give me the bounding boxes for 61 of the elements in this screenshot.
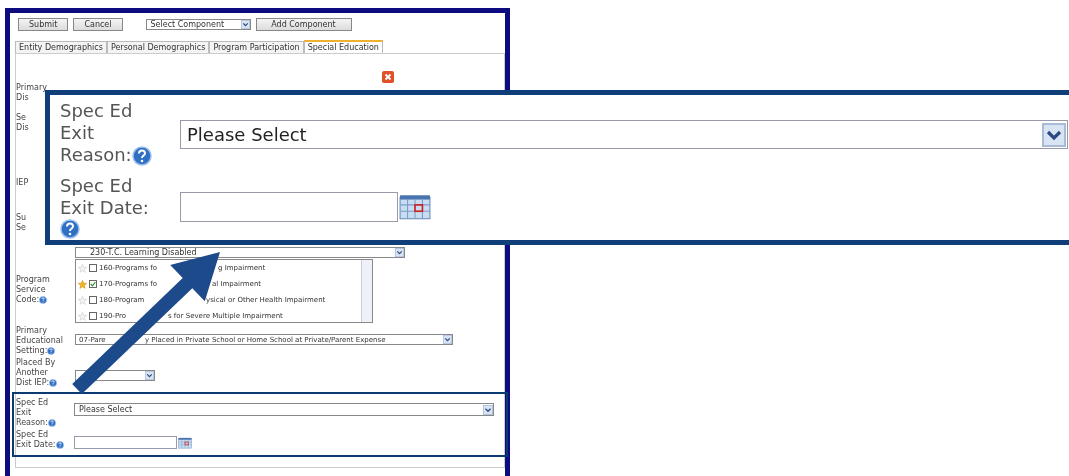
field-label: Su <box>16 213 27 223</box>
field-label: Another <box>16 368 48 378</box>
star-icon[interactable] <box>78 295 87 305</box>
field-label: Educational <box>16 336 63 346</box>
dropdown-caret-icon[interactable] <box>483 404 493 415</box>
help-icon[interactable] <box>39 295 48 304</box>
help-icon[interactable] <box>49 378 58 387</box>
field-label: Dis <box>16 123 29 133</box>
field-label: Se <box>16 223 26 233</box>
field-label: Exit Date: <box>16 440 64 450</box>
field-label: Setting: <box>16 346 56 356</box>
field-label: Code: <box>16 295 48 305</box>
field-label: Spec Ed <box>60 175 133 197</box>
checkbox[interactable] <box>89 280 97 288</box>
field-label: Reason: <box>16 418 56 428</box>
field-label: Reason: <box>60 144 152 166</box>
date-field[interactable] <box>74 436 177 449</box>
tab[interactable]: Special Education <box>303 40 383 54</box>
field-label: Dis <box>16 93 29 103</box>
field-label: Primary <box>16 83 47 93</box>
field-label: Placed By <box>16 358 56 368</box>
field-label: Exit <box>60 122 95 144</box>
field-label: Spec Ed <box>16 430 49 440</box>
date-field[interactable] <box>180 192 398 222</box>
checkbox[interactable] <box>89 312 97 320</box>
dropdown-caret-icon[interactable] <box>395 247 404 257</box>
checkbox[interactable] <box>89 264 97 272</box>
help-icon[interactable] <box>47 418 56 427</box>
field-label: Service <box>16 285 46 295</box>
dropdown-caret-icon[interactable] <box>240 19 250 29</box>
star-icon[interactable] <box>78 279 87 289</box>
select-field[interactable]: Please Select <box>180 120 1068 149</box>
help-icon[interactable] <box>47 346 56 355</box>
help-icon[interactable] <box>55 440 64 449</box>
select-field[interactable]: 230-T.C. Learning Disabled <box>75 246 405 258</box>
toolbar-button[interactable]: Submit <box>18 17 69 31</box>
field-label: IEP <box>16 178 29 188</box>
dropdown-caret-icon[interactable] <box>1042 122 1066 147</box>
scrollbar[interactable] <box>361 260 372 322</box>
star-icon[interactable] <box>78 311 87 321</box>
dropdown-caret-icon[interactable] <box>443 335 452 344</box>
close-icon[interactable] <box>382 71 394 83</box>
add-component-button[interactable]: Add Component <box>255 17 352 31</box>
calendar-icon[interactable] <box>178 436 192 449</box>
calendar-icon[interactable] <box>399 193 431 221</box>
field-label: Se <box>16 113 26 123</box>
help-icon[interactable] <box>131 146 152 166</box>
field-label: Exit <box>16 408 32 418</box>
dropdown-caret-icon[interactable] <box>145 371 154 380</box>
select-field[interactable]: Please Select <box>74 403 494 416</box>
field-label: Exit Date: <box>60 197 149 219</box>
toolbar-button[interactable]: Cancel <box>73 17 123 31</box>
field-label: Dist IEP: <box>16 378 58 388</box>
checkbox[interactable] <box>89 296 97 304</box>
help-icon[interactable] <box>60 219 80 239</box>
field-label: Primary <box>16 326 47 336</box>
field-label: Spec Ed <box>16 398 49 408</box>
component-select[interactable]: Select Component <box>145 18 251 30</box>
star-icon[interactable] <box>78 263 87 273</box>
field-label: Spec Ed <box>60 100 133 122</box>
field-label: Program <box>16 275 50 285</box>
